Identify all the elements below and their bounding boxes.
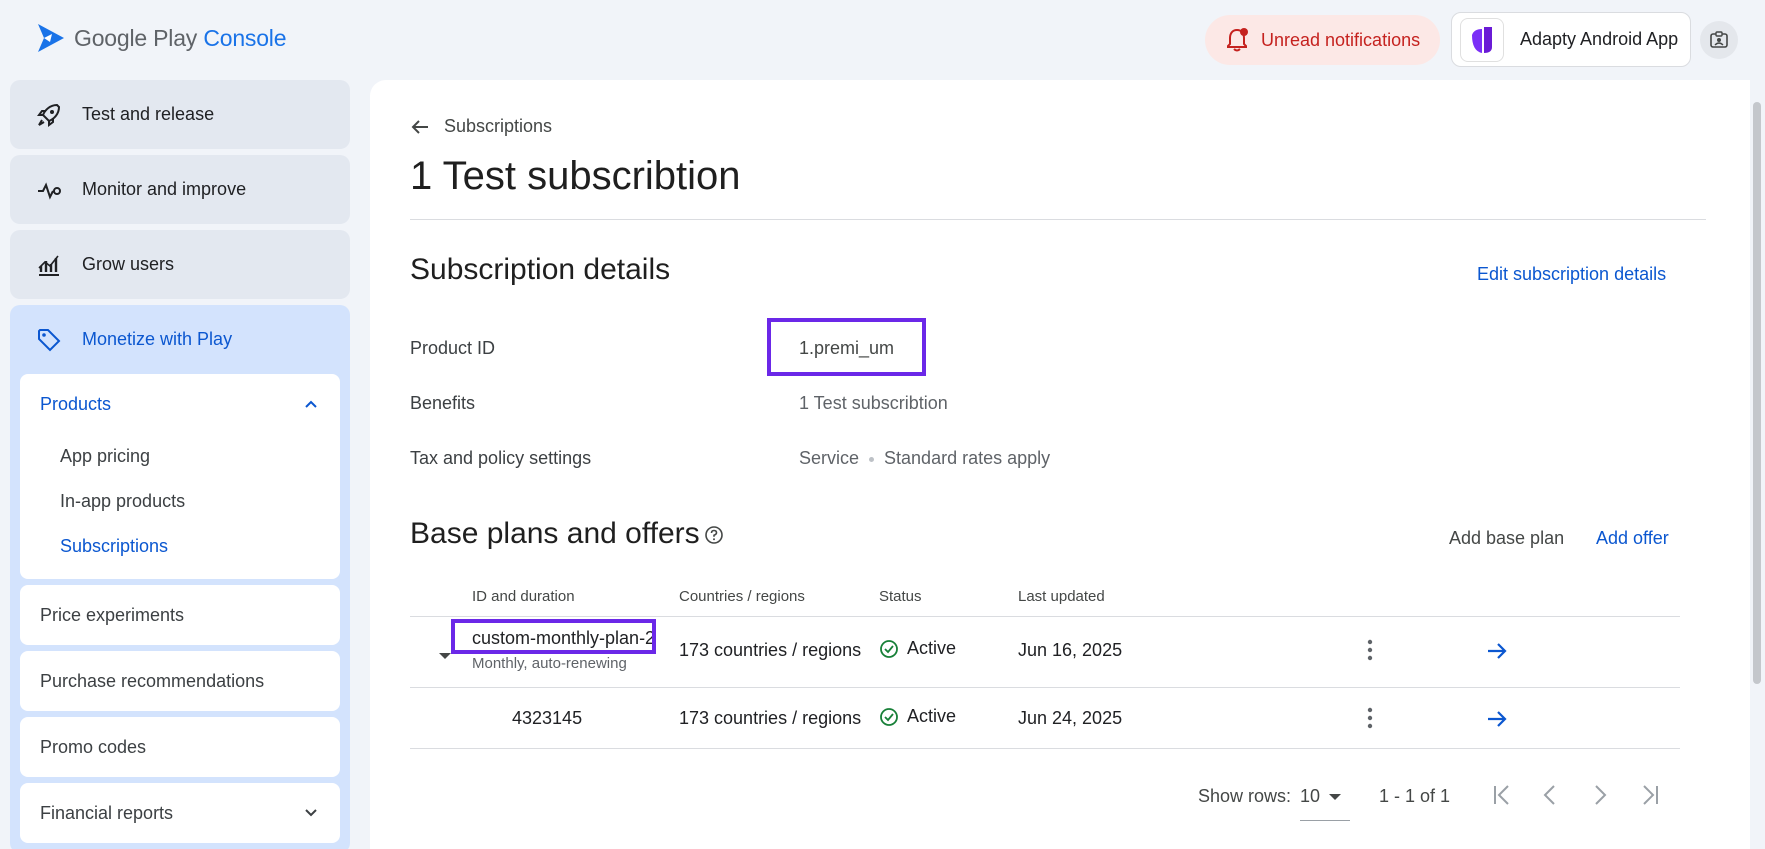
tax-category: Service	[799, 448, 860, 468]
products-section: Products App pricing In-app products Sub…	[20, 374, 340, 579]
product-id-highlight	[767, 318, 926, 376]
tax-rate: Standard rates apply	[884, 448, 1051, 468]
sidebar-item-label: Price experiments	[40, 604, 185, 625]
offer-countries: 173 countries / regions	[679, 708, 862, 728]
page-title: 1 Test subscribtion	[410, 154, 741, 198]
plan-id-highlight	[451, 619, 656, 654]
plan-duration: Monthly, auto-renewing	[472, 655, 627, 672]
help-icon[interactable]	[704, 525, 724, 545]
status-badge: Active	[879, 706, 956, 727]
sidebar-item-label: Grow users	[82, 254, 175, 274]
sidebar-item-subscriptions[interactable]: Subscriptions	[20, 524, 340, 569]
row-divider	[410, 687, 1680, 688]
benefits-label: Benefits	[410, 393, 476, 413]
title-divider	[410, 219, 1706, 220]
play-console-logo[interactable]: Google Play Console	[36, 22, 287, 54]
sidebar-item-test-and-release[interactable]: Test and release	[10, 80, 350, 149]
monetize-submenu: Products App pricing In-app products Sub…	[10, 374, 350, 849]
pulse-icon	[38, 181, 61, 200]
edit-subscription-details-link[interactable]: Edit subscription details	[1477, 264, 1666, 285]
play-console-logo-icon	[38, 24, 64, 52]
sidebar-item-grow-users[interactable]: Grow users	[10, 230, 350, 299]
rows-per-page-select[interactable]: 10	[1300, 786, 1342, 807]
select-underline	[1300, 820, 1350, 821]
column-header: Last updated	[1018, 588, 1105, 605]
more-vert-icon[interactable]	[1366, 707, 1374, 729]
dropdown-caret-icon	[1329, 793, 1342, 800]
sidebar-item-label: Test and release	[82, 104, 215, 124]
id-badge-icon	[1710, 31, 1728, 48]
sidebar-item-price-experiments[interactable]: Price experiments	[20, 585, 340, 645]
main-content: Subscriptions 1 Test subscribtion Subscr…	[370, 80, 1750, 849]
sidebar-item-promo-codes[interactable]: Promo codes	[20, 717, 340, 777]
check-circle-icon	[880, 707, 898, 726]
breadcrumb-label: Subscriptions	[444, 116, 553, 136]
pagination-range: 1 - 1 of 1	[1379, 786, 1451, 806]
previous-page-icon[interactable]	[1540, 782, 1560, 808]
top-bar: Google Play Console Unread notifications…	[0, 0, 1765, 80]
more-vert-icon[interactable]	[1366, 639, 1374, 661]
rocket-icon	[37, 103, 61, 127]
notifications-label: Unread notifications	[1261, 29, 1421, 50]
breadcrumb[interactable]: Subscriptions	[410, 116, 552, 137]
row-divider	[410, 616, 1680, 617]
arrow-back-icon	[411, 119, 428, 134]
check-circle-icon	[880, 639, 898, 658]
account-button[interactable]	[1700, 21, 1738, 59]
chevron-down-icon	[305, 809, 317, 817]
add-base-plan-button[interactable]: Add base plan	[1449, 528, 1564, 549]
chevron-up-icon	[305, 400, 317, 408]
logo-text: Google Play Console	[74, 24, 287, 51]
growth-chart-icon	[38, 255, 59, 276]
sidebar-item-label: Promo codes	[40, 736, 147, 757]
bell-alert-icon	[1227, 28, 1248, 52]
products-label: Products	[40, 393, 112, 414]
sidebar-item-financial-reports[interactable]: Financial reports	[20, 783, 340, 843]
base-plans-heading: Base plans and offers	[410, 517, 724, 551]
plan-countries: 173 countries / regions	[679, 640, 862, 660]
separator-dot	[869, 456, 875, 462]
offer-id: 4323145	[512, 708, 583, 728]
sidebar-item-label: Monitor and improve	[82, 179, 247, 199]
sidebar-item-monetize-with-play[interactable]: Monetize with Play	[10, 305, 350, 374]
add-offer-button[interactable]: Add offer	[1596, 528, 1669, 549]
arrow-forward-icon[interactable]	[1486, 642, 1508, 660]
first-page-icon[interactable]	[1490, 782, 1514, 808]
next-page-icon[interactable]	[1590, 782, 1610, 808]
column-header: Countries / regions	[679, 588, 805, 605]
sidebar-item-label: Purchase recommendations	[40, 670, 265, 691]
expand-caret-icon[interactable]	[438, 652, 452, 660]
row-divider	[410, 748, 1680, 749]
last-page-icon[interactable]	[1638, 782, 1662, 808]
tag-icon	[38, 328, 61, 351]
tax-policy-value: Service Standard rates apply	[799, 448, 1050, 469]
column-header: ID and duration	[472, 588, 575, 605]
subscription-details-heading: Subscription details	[410, 253, 671, 286]
tax-policy-label: Tax and policy settings	[410, 448, 592, 468]
page-scrollbar[interactable]	[1753, 102, 1761, 684]
app-selector[interactable]: Adapty Android App	[1451, 12, 1691, 67]
sidebar-item-in-app-products[interactable]: In-app products	[20, 479, 340, 524]
app-logo-icon	[1460, 17, 1504, 62]
arrow-forward-icon[interactable]	[1486, 710, 1508, 728]
product-id-label: Product ID	[410, 338, 496, 358]
sidebar-item-purchase-recommendations[interactable]: Purchase recommendations	[20, 651, 340, 711]
sidebar-item-monitor-and-improve[interactable]: Monitor and improve	[10, 155, 350, 224]
benefits-value: 1 Test subscribtion	[799, 393, 948, 413]
app-name: Adapty Android App	[1520, 29, 1679, 49]
column-header: Status	[879, 588, 922, 605]
products-toggle[interactable]: Products	[20, 374, 340, 434]
plan-last-updated: Jun 16, 2025	[1018, 640, 1123, 660]
offer-last-updated: Jun 24, 2025	[1018, 708, 1123, 728]
sidebar: Test and release Monitor and improve Gro…	[10, 80, 350, 849]
sidebar-item-app-pricing[interactable]: App pricing	[20, 434, 340, 479]
show-rows-label: Show rows:	[1198, 786, 1292, 806]
unread-notifications-button[interactable]: Unread notifications	[1205, 15, 1440, 65]
sidebar-item-label: Monetize with Play	[82, 329, 233, 349]
status-badge: Active	[879, 638, 956, 659]
sidebar-item-label: Financial reports	[40, 802, 174, 823]
